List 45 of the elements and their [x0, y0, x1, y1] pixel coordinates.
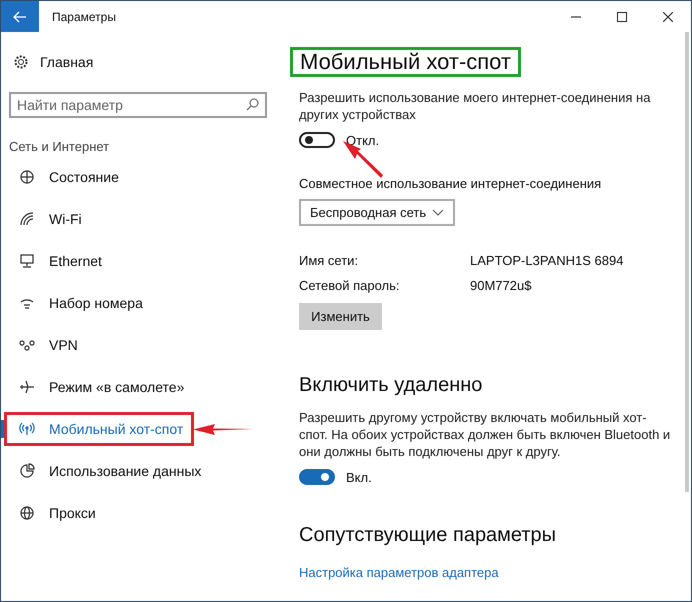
- wifi-icon: [19, 211, 35, 227]
- section-heading: Включить удаленно: [299, 374, 484, 397]
- airplane-icon: [19, 379, 35, 395]
- sidebar-item[interactable]: Набор номера: [4, 286, 154, 320]
- home-link[interactable]: Главная: [1, 51, 284, 73]
- close-icon: [663, 12, 673, 22]
- sidebar-item[interactable]: Использование данных: [4, 454, 212, 488]
- sidebar-item[interactable]: Wi-Fi: [4, 202, 93, 236]
- page-title: Мобильный хот-спот: [290, 47, 522, 77]
- search-field[interactable]: Найти параметр: [9, 92, 267, 118]
- sidebar-item[interactable]: VPN: [4, 328, 89, 362]
- toggle-switch[interactable]: [299, 132, 335, 148]
- sidebar-item[interactable]: Прокси: [4, 496, 107, 530]
- section-heading: Сопутствующие параметры: [299, 524, 558, 547]
- detail-value: LAPTOP-L3PANH1S 6894: [470, 253, 624, 268]
- sidebar-item[interactable]: Ethernet: [4, 244, 113, 278]
- window-title: Параметры: [52, 10, 117, 24]
- detail-value: 90M772u$: [470, 278, 532, 293]
- sidebar-item[interactable]: Состояние: [4, 160, 130, 194]
- globe-icon: [19, 505, 35, 521]
- detail-label: Имя сети:: [299, 253, 360, 268]
- back-arrow-icon: [13, 10, 27, 22]
- edit-button[interactable]: Изменить: [299, 303, 382, 330]
- pie-chart-icon: [19, 463, 35, 479]
- share-description: Разрешить использование моего интернет-соединения на других устройствах: [299, 89, 652, 123]
- gear-icon: [13, 54, 29, 70]
- chevron-down-icon: [432, 208, 444, 216]
- search-icon: [246, 98, 259, 111]
- scrollbar-thumb[interactable]: [685, 32, 689, 492]
- toggle-switch[interactable]: [299, 469, 335, 485]
- globe-icon: [19, 169, 35, 185]
- section-heading: Сеть и Интернет: [8, 139, 110, 156]
- back-button[interactable]: [1, 1, 39, 32]
- connection-dropdown[interactable]: Беспроводная сеть: [299, 199, 455, 226]
- toggle-label: Откл.: [346, 132, 380, 148]
- sidebar-item[interactable]: Режим «в самолете»: [4, 370, 196, 404]
- remote-description: Разрешить другому устройству включать мобильный хот-спот. На обоих устройствах должен быть включен Bluetooth и они должны быть подключены друг к другу.: [299, 409, 671, 460]
- detail-label: Сетевой пароль:: [299, 278, 401, 293]
- monitor-icon: [19, 253, 35, 269]
- maximize-icon: [617, 12, 627, 22]
- toggle-label: Вкл.: [346, 470, 372, 484]
- field-label: Совместное использование интернет-соединения: [299, 176, 602, 191]
- sidebar-item[interactable]: Мобильный хот-спот: [4, 412, 194, 446]
- antenna-icon: [19, 421, 35, 437]
- adapter-settings-link[interactable]: Настройка параметров адаптера: [299, 565, 684, 580]
